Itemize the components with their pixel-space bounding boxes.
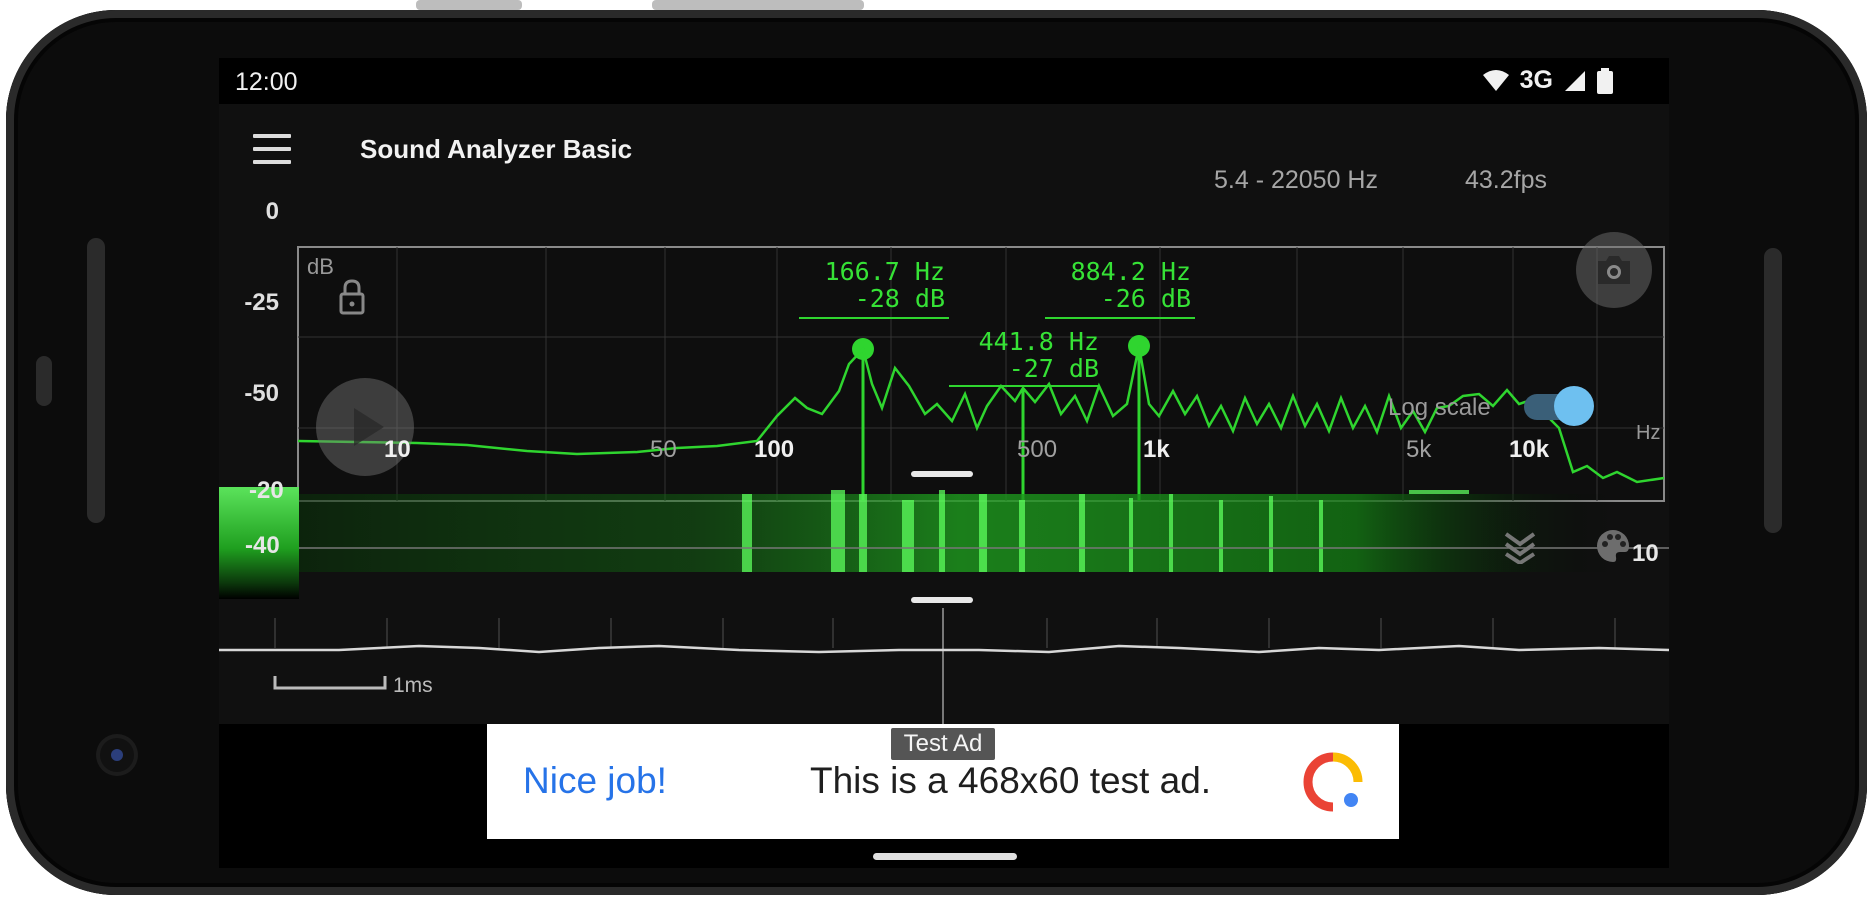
y-tick-1: -25 <box>244 289 279 316</box>
spectrogram <box>299 490 1669 572</box>
peak-label-3: 884.2 Hz -26 dB <box>1041 258 1191 312</box>
x-tick-10: 10 <box>384 436 411 463</box>
layers-icon[interactable] <box>1503 528 1537 564</box>
spectrogram-tick-20: -20 <box>249 477 284 504</box>
wifi-icon <box>1482 69 1509 91</box>
peak-2-freq: 441.8 Hz <box>978 327 1099 356</box>
speaker-left <box>87 238 105 523</box>
status-time: 12:00 <box>235 68 298 96</box>
peak-3-db: -26 dB <box>1100 284 1191 313</box>
app-content: Sound Analyzer Basic 5.4 - 22050 Hz 43.2… <box>219 104 1669 728</box>
x-tick-50: 50 <box>650 436 677 463</box>
test-ad-badge: Test Ad <box>891 728 995 760</box>
speaker-right <box>1764 248 1782 533</box>
top-button-right <box>652 0 864 10</box>
spectrogram-tick-40: -40 <box>245 532 280 559</box>
x-tick-10k: 10k <box>1509 436 1550 463</box>
resize-handle-top[interactable] <box>911 471 973 477</box>
hz-unit-label: Hz <box>1636 422 1661 444</box>
front-camera <box>100 738 134 772</box>
x-tick-500: 500 <box>1017 436 1058 463</box>
status-bar: 12:00 3G <box>219 58 1669 104</box>
palette-icon[interactable] <box>1595 528 1631 564</box>
signal-icon <box>1565 70 1585 91</box>
ad-body: This is a 468x60 test ad. <box>810 760 1212 801</box>
peak-1-freq: 166.7 Hz <box>824 257 945 286</box>
resize-handle-bottom[interactable] <box>911 597 973 603</box>
ad-logo-icon <box>1303 752 1363 812</box>
top-button-left <box>416 0 522 10</box>
peak-label-2: 441.8 Hz -27 dB <box>949 328 1099 382</box>
peak-label-1: 166.7 Hz -28 dB <box>795 258 945 312</box>
toolbar: Sound Analyzer Basic 5.4 - 22050 Hz 43.2… <box>219 104 1669 194</box>
waveform <box>219 608 1669 728</box>
camera-icon <box>1598 256 1630 284</box>
peak-2-db: -27 dB <box>1008 354 1099 383</box>
status-icons: 3G <box>1482 66 1613 95</box>
peak-1-db: -28 dB <box>854 284 945 313</box>
db-unit-label: dB <box>307 254 334 279</box>
lock-icon[interactable] <box>337 278 367 316</box>
x-tick-1k: 1k <box>1143 436 1170 463</box>
y-tick-2: -50 <box>244 380 279 407</box>
x-tick-100: 100 <box>754 436 795 463</box>
ad-headline[interactable]: Nice job! <box>523 760 667 802</box>
log-scale-toggle[interactable] <box>1554 386 1594 426</box>
x-tick-5k: 5k <box>1406 436 1432 463</box>
hamburger-menu-icon[interactable] <box>253 134 291 164</box>
time-scale-label: 1ms <box>393 674 433 697</box>
spectrogram-right-label: 10 <box>1632 540 1659 567</box>
log-scale-label: Log scale <box>1388 394 1491 421</box>
nav-gesture-bar[interactable] <box>873 853 1017 860</box>
fps-readout: 43.2fps <box>1465 166 1548 194</box>
phone-frame: 12:00 3G Sound Analyzer Basic 5.4 - 2205… <box>6 0 1867 895</box>
network-type: 3G <box>1519 66 1553 94</box>
frequency-range: 5.4 - 22050 Hz <box>1214 166 1378 194</box>
screenshot-button[interactable] <box>1576 232 1652 308</box>
battery-icon <box>1597 67 1613 94</box>
y-tick-0: 0 <box>265 198 279 225</box>
screen: 12:00 3G Sound Analyzer Basic 5.4 - 2205… <box>219 58 1669 868</box>
peak-3-freq: 884.2 Hz <box>1070 257 1191 286</box>
app-title: Sound Analyzer Basic <box>360 134 633 164</box>
sensor <box>36 356 52 406</box>
